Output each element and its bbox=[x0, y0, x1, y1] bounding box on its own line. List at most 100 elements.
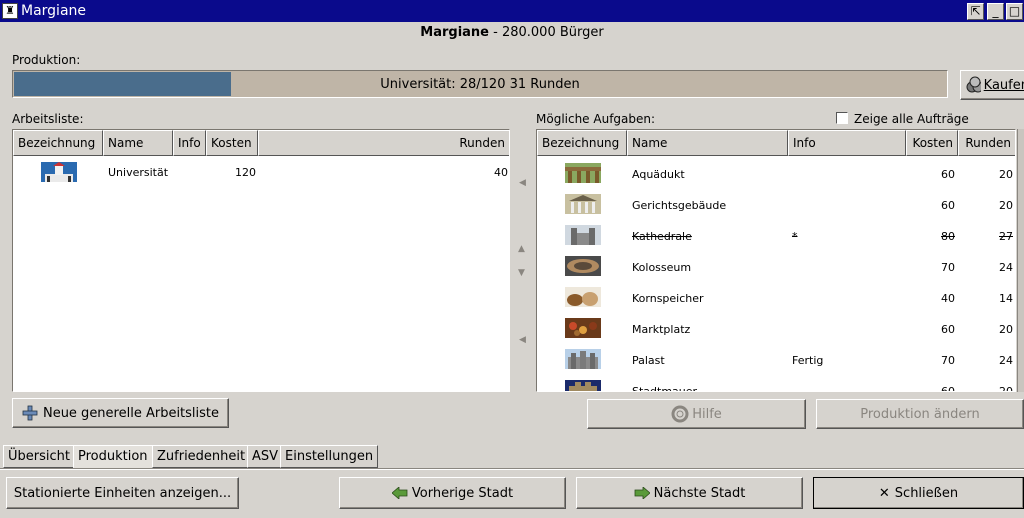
row-name: Kolosseum bbox=[632, 261, 692, 274]
next-city-button[interactable]: Nächste Stadt bbox=[576, 477, 803, 509]
row-name: Aquädukt bbox=[632, 168, 685, 181]
kornspeicher-image bbox=[565, 287, 601, 307]
row-turns: 27 bbox=[999, 230, 1013, 243]
row-cost: 70 bbox=[941, 261, 955, 274]
row-cost: 60 bbox=[941, 323, 955, 336]
app-icon[interactable]: ♜ bbox=[2, 3, 18, 19]
row-name: Kathedrale bbox=[632, 230, 692, 243]
table-row[interactable]: Universität 120 40 bbox=[13, 158, 509, 186]
window-title: Margiane bbox=[21, 3, 87, 19]
opt-col-info[interactable]: Info bbox=[788, 130, 906, 156]
kathedrale-image bbox=[565, 225, 601, 245]
previous-city-button[interactable]: Vorherige Stadt bbox=[339, 477, 566, 509]
opt-col-bezeichnung[interactable]: Bezeichnung bbox=[537, 130, 627, 156]
row-turns: 20 bbox=[999, 199, 1013, 212]
row-name: Universität bbox=[108, 166, 169, 179]
production-progress-bar: Universität: 28/120 31 Runden bbox=[12, 70, 948, 98]
aquaedukt-image bbox=[565, 163, 601, 183]
table-row[interactable]: Aquädukt 60 20 bbox=[537, 158, 1015, 189]
change-production-label: Produktion ändern bbox=[860, 406, 980, 422]
row-name: Gerichtsgebäude bbox=[632, 199, 727, 212]
row-turns: 20 bbox=[999, 323, 1013, 336]
col-runden[interactable]: Runden bbox=[258, 130, 509, 156]
opt-col-name[interactable]: Name bbox=[627, 130, 788, 156]
arrow-right-icon bbox=[634, 487, 650, 499]
show-all-label[interactable]: Zeige alle Aufträge bbox=[854, 112, 969, 126]
show-all-checkbox[interactable] bbox=[836, 112, 848, 124]
tab-einstellungen[interactable]: Einstellungen bbox=[280, 445, 379, 468]
table-row[interactable]: Kathedrale * 80 27 bbox=[537, 220, 1015, 251]
row-cost: 60 bbox=[941, 385, 955, 392]
city-name: Margiane bbox=[420, 25, 489, 40]
kolosseum-image bbox=[565, 256, 601, 276]
worklist-label: Arbeitsliste: bbox=[12, 112, 84, 126]
col-kosten[interactable]: Kosten bbox=[206, 130, 258, 156]
row-turns: 24 bbox=[999, 354, 1013, 367]
row-name: Marktplatz bbox=[632, 323, 691, 336]
row-turns: 24 bbox=[999, 261, 1013, 274]
row-cost: 80 bbox=[941, 230, 955, 243]
previous-city-label: Vorherige Stadt bbox=[411, 485, 514, 501]
gerichtsgebaeude-image bbox=[565, 194, 601, 214]
options-table[interactable]: Bezeichnung Name Info Kosten Runden Aquä… bbox=[536, 129, 1016, 392]
move-up-icon[interactable]: ▲ bbox=[518, 244, 525, 254]
help-label: Hilfe bbox=[692, 406, 722, 422]
tab-uebersicht[interactable]: Übersicht bbox=[3, 445, 75, 468]
opt-col-kosten[interactable]: Kosten bbox=[906, 130, 958, 156]
tab-produktion[interactable]: Produktion bbox=[73, 445, 153, 468]
city-header: Margiane - 280.000 Bürger bbox=[0, 25, 1024, 40]
col-bezeichnung[interactable]: Bezeichnung bbox=[13, 130, 103, 156]
maximize-button[interactable]: □ bbox=[1006, 3, 1023, 20]
row-name: Kornspeicher bbox=[632, 292, 704, 305]
row-cost: 40 bbox=[941, 292, 955, 305]
table-row[interactable]: Gerichtsgebäude 60 20 bbox=[537, 189, 1015, 220]
minimize-button[interactable]: _ bbox=[987, 3, 1004, 20]
table-row[interactable]: Kolosseum 70 24 bbox=[537, 251, 1015, 282]
change-production-button[interactable]: Produktion ändern bbox=[816, 399, 1024, 429]
plus-icon bbox=[22, 405, 38, 421]
col-name[interactable]: Name bbox=[103, 130, 173, 156]
options-label: Mögliche Aufgaben: bbox=[536, 112, 656, 126]
row-cost: 120 bbox=[235, 166, 256, 179]
stationed-units-button[interactable]: Stationierte Einheiten anzeigen... bbox=[6, 477, 239, 509]
close-icon: ✕ bbox=[878, 485, 890, 501]
close-button[interactable]: ✕ Schließen bbox=[813, 477, 1024, 509]
next-city-label: Nächste Stadt bbox=[653, 485, 746, 501]
worklist-table[interactable]: Bezeichnung Name Info Kosten Runden Univ… bbox=[12, 129, 510, 392]
row-turns: 20 bbox=[999, 168, 1013, 181]
move-left-icon[interactable]: ◀ bbox=[519, 178, 526, 188]
opt-col-runden[interactable]: Runden bbox=[958, 130, 1015, 156]
table-row[interactable]: Marktplatz 60 20 bbox=[537, 313, 1015, 344]
row-turns: 20 bbox=[999, 385, 1013, 392]
tab-zufriedenheit[interactable]: Zufriedenheit bbox=[152, 445, 251, 468]
table-row[interactable]: Palast Fertig 70 24 bbox=[537, 344, 1015, 375]
production-label: Produktion: bbox=[12, 53, 81, 67]
row-info: * bbox=[792, 230, 798, 243]
palast-image bbox=[565, 349, 601, 369]
pin-button[interactable]: ⇱ bbox=[967, 3, 984, 20]
options-scrollbar[interactable] bbox=[1017, 129, 1024, 392]
help-button[interactable]: Hilfe bbox=[587, 399, 806, 429]
stadtmauer-image bbox=[565, 380, 601, 391]
lifebuoy-icon bbox=[671, 405, 689, 423]
title-bar: ♜ Margiane ⇱ _ □ bbox=[0, 0, 1024, 22]
move-down-icon[interactable]: ▼ bbox=[518, 268, 525, 278]
table-row[interactable]: Stadtmauer 60 20 bbox=[537, 375, 1015, 392]
row-name: Palast bbox=[632, 354, 665, 367]
new-worklist-button[interactable]: Neue generelle Arbeitsliste bbox=[12, 398, 229, 428]
row-cost: 60 bbox=[941, 199, 955, 212]
stationed-units-label: Stationierte Einheiten anzeigen... bbox=[13, 485, 232, 501]
row-cost: 60 bbox=[941, 168, 955, 181]
close-label: Schließen bbox=[894, 485, 959, 501]
col-info[interactable]: Info bbox=[173, 130, 206, 156]
arrow-left-icon bbox=[391, 487, 408, 499]
city-population: - 280.000 Bürger bbox=[489, 25, 604, 40]
buy-label: Kaufen bbox=[983, 77, 1024, 93]
row-turns: 14 bbox=[999, 292, 1013, 305]
buy-button[interactable]: Kaufen bbox=[960, 70, 1024, 100]
marktplatz-image bbox=[565, 318, 601, 338]
row-cost: 70 bbox=[941, 354, 955, 367]
move-left-icon-2[interactable]: ◀ bbox=[519, 335, 526, 345]
tab-asv[interactable]: ASV bbox=[247, 445, 284, 468]
table-row[interactable]: Kornspeicher 40 14 bbox=[537, 282, 1015, 313]
